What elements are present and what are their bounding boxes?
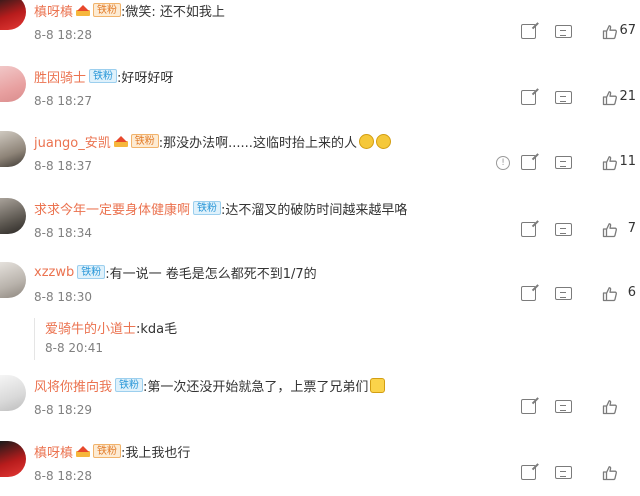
username-link[interactable]: xzzwb [34, 265, 74, 280]
comment-line: 槙呀槙 铁粉:微笑: 还不如我上 [34, 0, 225, 20]
username-link[interactable]: 求求今年一定要身体健康啊 [34, 199, 190, 218]
comment-time: 8-8 18:29 [34, 403, 92, 417]
like-icon[interactable] [602, 399, 618, 415]
like-icon[interactable] [602, 222, 618, 238]
comment-line: juango_安凯 铁粉:那没办法啊......这临时抬上来的人 [34, 131, 391, 151]
fan-badge: 铁粉 [89, 69, 118, 83]
avatar[interactable] [0, 262, 26, 298]
like-icon[interactable] [602, 286, 618, 302]
fan-badge: 铁粉 [115, 378, 144, 392]
comment-actions [510, 463, 640, 485]
like-icon[interactable] [602, 155, 618, 171]
share-icon[interactable] [521, 90, 536, 105]
like-count: 7 [627, 221, 636, 236]
emoji-icon [375, 133, 391, 149]
share-icon[interactable] [521, 286, 536, 301]
fan-badge: 铁粉 [93, 444, 122, 458]
comment-line: xzzwb 铁粉:有一说一 卷毛是怎么都死不到1/7的 [34, 262, 317, 282]
emoji-icon [370, 377, 386, 393]
share-icon[interactable] [521, 24, 536, 39]
like-count: 21 [619, 89, 636, 104]
comment-actions [510, 397, 640, 419]
like-icon[interactable] [602, 24, 618, 40]
like-icon[interactable] [602, 90, 618, 106]
share-icon[interactable] [521, 465, 536, 480]
comment-text: :第一次还没开始就急了，上票了兄弟们 [143, 379, 369, 395]
avatar[interactable] [0, 375, 26, 411]
comment-time: 8-8 18:37 [34, 159, 92, 173]
comment-icon[interactable] [555, 223, 572, 236]
comment-line: 槙呀槙 铁粉:我上我也行 [34, 441, 190, 461]
comment-icon[interactable] [555, 400, 572, 413]
comment-text: :微笑: 还不如我上 [121, 4, 225, 20]
share-icon[interactable] [521, 399, 536, 414]
comment-actions: 7 [510, 220, 640, 242]
avatar[interactable] [0, 441, 26, 477]
comment-actions: ! 11 [496, 153, 640, 175]
comment-item: juango_安凯 铁粉:那没办法啊......这临时抬上来的人 8-8 18:37… [0, 131, 640, 191]
comment-actions: 21 [510, 88, 640, 110]
username-link[interactable]: 槙呀槙 [34, 1, 73, 20]
comment-item: xzzwb 铁粉:有一说一 卷毛是怎么都死不到1/7的 8-8 18:30 6 [0, 262, 640, 322]
comment-icon[interactable] [555, 25, 572, 38]
comment-time: 8-8 18:28 [34, 28, 92, 42]
comment-item: 槙呀槙 铁粉:我上我也行 8-8 18:28 [0, 441, 640, 496]
emoji-icon [358, 133, 374, 149]
comment-time: 8-8 18:30 [34, 290, 92, 304]
fan-badge: 铁粉 [77, 265, 106, 279]
comment-actions: 67 [510, 22, 640, 44]
share-icon[interactable] [521, 155, 536, 170]
reply-item: 爱骑牛的小道士:kda毛 8-8 20:41 [34, 318, 620, 360]
comment-time: 8-8 18:27 [34, 94, 92, 108]
comment-icon[interactable] [555, 287, 572, 300]
comment-list: 槙呀槙 铁粉:微笑: 还不如我上 8-8 18:28 67 胜因骑士 铁粉:好呀好呀 8-8… [0, 0, 640, 496]
comment-text: :有一说一 卷毛是怎么都死不到1/7的 [105, 266, 317, 282]
username-link[interactable]: 胜因骑士 [34, 67, 86, 86]
comment-item: 风将你推向我 铁粉:第一次还没开始就急了，上票了兄弟们 8-8 18:29 [0, 375, 640, 435]
avatar[interactable] [0, 0, 26, 30]
comment-line: 胜因骑士 铁粉:好呀好呀 [34, 66, 173, 86]
crown-icon [113, 135, 128, 147]
crown-icon [76, 4, 91, 16]
like-count: 67 [619, 23, 636, 38]
comment-text: :好呀好呀 [117, 70, 174, 86]
crown-icon [76, 445, 91, 457]
comment-time: 8-8 18:28 [34, 469, 92, 483]
comment-icon[interactable] [555, 156, 572, 169]
fan-badge: 铁粉 [130, 134, 159, 148]
username-link[interactable]: 槙呀槙 [34, 442, 73, 461]
username-link[interactable]: juango_安凯 [34, 132, 111, 151]
comment-time: 8-8 18:34 [34, 226, 92, 240]
fan-badge: 铁粉 [93, 3, 122, 17]
comment-item: 求求今年一定要身体健康啊 铁粉:达不溜叉的破防时间越来越早咯 8-8 18:34 7 [0, 198, 640, 258]
comment-item: 槙呀槙 铁粉:微笑: 还不如我上 8-8 18:28 67 [0, 0, 640, 60]
like-count: 6 [627, 285, 636, 300]
comment-line: 求求今年一定要身体健康啊 铁粉:达不溜叉的破防时间越来越早咯 [34, 198, 407, 218]
reply-line: 爱骑牛的小道士:kda毛 [45, 318, 177, 337]
share-icon[interactable] [521, 222, 536, 237]
report-icon[interactable]: ! [496, 156, 510, 170]
comment-icon[interactable] [555, 466, 572, 479]
comment-item: 胜因骑士 铁粉:好呀好呀 8-8 18:27 21 [0, 66, 640, 126]
avatar[interactable] [0, 66, 26, 102]
comment-text: :达不溜叉的破防时间越来越早咯 [221, 202, 408, 218]
avatar[interactable] [0, 131, 26, 167]
reply-text: :kda毛 [136, 322, 178, 337]
like-icon[interactable] [602, 465, 618, 481]
fan-badge: 铁粉 [193, 201, 222, 215]
comment-icon[interactable] [555, 91, 572, 104]
comment-text: :那没办法啊......这临时抬上来的人 [158, 135, 357, 151]
reply-time: 8-8 20:41 [45, 341, 103, 355]
username-link[interactable]: 风将你推向我 [34, 376, 112, 395]
comment-text: :我上我也行 [121, 445, 191, 461]
comment-line: 风将你推向我 铁粉:第一次还没开始就急了，上票了兄弟们 [34, 375, 386, 395]
avatar[interactable] [0, 198, 26, 234]
reply-username-link[interactable]: 爱骑牛的小道士 [45, 322, 136, 337]
like-count: 11 [619, 154, 636, 169]
comment-actions: 6 [510, 284, 640, 306]
